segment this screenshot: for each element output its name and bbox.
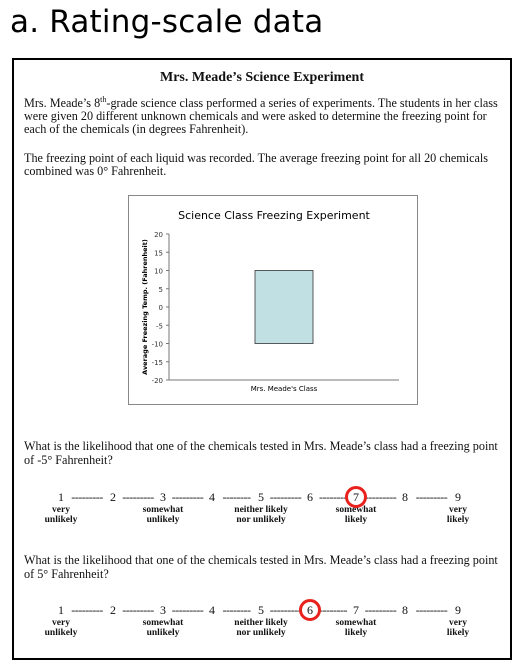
scale-1-option-6[interactable]: 6 <box>307 490 313 505</box>
scale-2-option-8[interactable]: 8 <box>402 603 408 618</box>
scale-2-option-1[interactable]: 1 <box>58 603 64 618</box>
scale-2-anchor-label: neither likely nor unlikely <box>234 618 288 638</box>
scale-2-anchor-label: somewhat unlikely <box>142 618 184 638</box>
scale-dash: -------- <box>319 603 347 617</box>
scale-1-option-1[interactable]: 1 <box>58 490 64 505</box>
y-tick-label: -10 <box>152 341 163 349</box>
card-title: Mrs. Meade’s Science Experiment <box>160 70 364 85</box>
question-2: What is the likelihood that one of the c… <box>24 553 498 581</box>
scale-1-anchor-label: neither likely nor unlikely <box>234 505 288 525</box>
page-heading: a. Rating-scale data <box>10 4 324 40</box>
y-tick-label: -20 <box>152 377 163 385</box>
scale-dash: --------- <box>71 603 103 617</box>
chart-svg: Science Class Freezing Experiment 20 15 10 5… <box>141 209 399 393</box>
y-tick-label: 0 <box>159 304 163 312</box>
scale-1-option-2[interactable]: 2 <box>110 490 116 505</box>
y-tick-label: 15 <box>154 249 163 257</box>
scale-dash: --------- <box>364 490 397 504</box>
scale-2-anchor-label: very likely <box>446 618 470 638</box>
scale-1-anchor-label: somewhat unlikely <box>142 505 184 525</box>
scale-2-option-9[interactable]: 9 <box>455 603 461 618</box>
intro-paragraph: Mrs. Meade’s 8th-grade science class per… <box>24 94 498 136</box>
scale-1-anchor-label: somewhat likely <box>335 505 377 525</box>
scale-1-anchor-label: very likely <box>446 505 470 525</box>
selection-circle-2 <box>299 599 321 621</box>
scale-1-option-5[interactable]: 5 <box>258 490 264 505</box>
scale-1-option-8[interactable]: 8 <box>402 490 408 505</box>
rating-scale-1: 1 --------- 2 --------- 3 --------- 4 -------- 5… <box>34 490 494 504</box>
scale-dash: --------- <box>171 490 204 504</box>
scale-1-anchor-label: very unlikely <box>44 505 78 525</box>
y-tick-label: -5 <box>156 322 163 330</box>
scale-2-option-2[interactable]: 2 <box>110 603 116 618</box>
scale-2-option-4[interactable]: 4 <box>209 603 215 618</box>
scale-dash: --------- <box>364 603 397 617</box>
y-tick-label: 5 <box>159 286 163 294</box>
scale-1-option-9[interactable]: 9 <box>455 490 461 505</box>
scale-dash: -------- <box>222 603 251 617</box>
x-category-label: Mrs. Meade's Class <box>251 385 318 393</box>
scale-1-option-3[interactable]: 3 <box>160 490 166 505</box>
chart-title: Science Class Freezing Experiment <box>178 209 370 222</box>
scale-dash: --------- <box>71 490 103 504</box>
scale-2-anchor-label: somewhat likely <box>335 618 377 638</box>
selection-circle-1 <box>345 486 367 508</box>
survey-card: Mrs. Meade’s Science Experiment Mrs. Mea… <box>12 58 512 660</box>
scale-2-anchor-label: very unlikely <box>44 618 78 638</box>
result-paragraph: The freezing point of each liquid was re… <box>24 151 489 178</box>
scale-2-option-7[interactable]: 7 <box>353 603 359 618</box>
y-tick-label: -15 <box>152 359 163 367</box>
y-tick-label: 10 <box>154 268 163 276</box>
scale-dash: -------- <box>319 490 347 504</box>
scale-dash: -------- <box>222 490 251 504</box>
y-tick-label: 20 <box>154 231 163 239</box>
scale-dash: --------- <box>269 603 302 617</box>
freezing-chart: Science Class Freezing Experiment 20 15 10 5… <box>128 195 418 405</box>
scale-1-option-4[interactable]: 4 <box>209 490 215 505</box>
scale-dash: --------- <box>415 603 448 617</box>
scale-dash: --------- <box>269 490 302 504</box>
y-axis-label: Average Freezing Temp. (Fahrenheit) <box>141 239 149 375</box>
scale-2-option-5[interactable]: 5 <box>258 603 264 618</box>
scale-2-option-3[interactable]: 3 <box>160 603 166 618</box>
scale-dash: --------- <box>122 603 154 617</box>
rating-scale-2: 1 --------- 2 --------- 3 --------- 4 -------- 5… <box>34 603 494 617</box>
scale-dash: --------- <box>415 490 448 504</box>
scale-dash: --------- <box>171 603 204 617</box>
bar-0 <box>254 270 314 344</box>
question-1: What is the likelihood that one of the c… <box>24 439 498 467</box>
scale-dash: --------- <box>122 490 154 504</box>
